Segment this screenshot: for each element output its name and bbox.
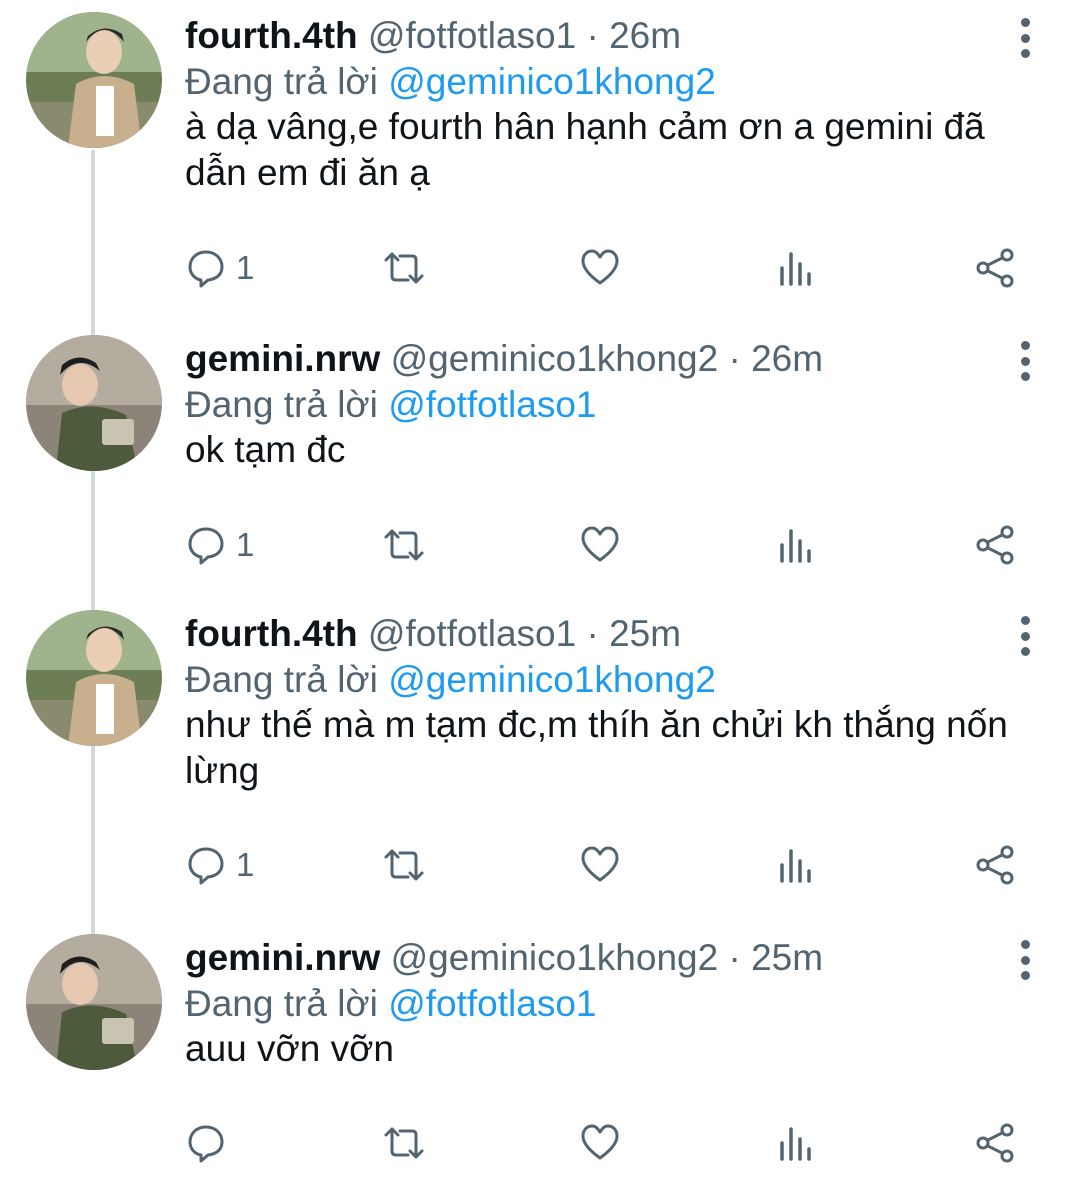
- like-icon: [581, 249, 619, 285]
- views-icon: [780, 1127, 811, 1161]
- action-bar: [0, 1118, 1080, 1168]
- like-button[interactable]: [580, 840, 620, 890]
- action-bar: 1: [0, 840, 1080, 890]
- share-icon: [976, 525, 1014, 565]
- share-button[interactable]: [974, 1118, 1016, 1168]
- mention-link[interactable]: @geminico1khong2: [388, 659, 716, 700]
- display-name[interactable]: gemini.nrw: [185, 338, 380, 379]
- like-icon: [581, 1124, 619, 1160]
- mention-link[interactable]: @geminico1khong2: [388, 61, 716, 102]
- retweet-button[interactable]: [382, 243, 426, 293]
- views-icon: [780, 529, 811, 563]
- views-icon: [780, 849, 811, 883]
- display-name[interactable]: fourth.4th: [185, 15, 358, 56]
- retweet-button[interactable]: [382, 1118, 426, 1168]
- share-button[interactable]: [974, 840, 1016, 890]
- like-button[interactable]: [580, 1118, 620, 1168]
- retweet-icon: [384, 529, 424, 561]
- replying-prefix: Đang trả lời: [185, 983, 378, 1024]
- more-vertical-icon[interactable]: [1012, 339, 1038, 383]
- like-icon: [581, 846, 619, 882]
- share-button[interactable]: [974, 520, 1016, 570]
- replying-to: Đang trả lời @fotfotlaso1: [185, 982, 596, 1026]
- replying-to: Đang trả lời @geminico1khong2: [185, 60, 716, 104]
- mention-link[interactable]: @fotfotlaso1: [388, 384, 596, 425]
- retweet-icon: [384, 1127, 424, 1159]
- tweet-text: như thế mà m tạm đc,m thíh ăn chửi kh th…: [185, 704, 1008, 791]
- replying-to: Đang trả lời @geminico1khong2: [185, 658, 716, 702]
- tweet-header: fourth.4th @fotfotlaso1 · 26m: [185, 14, 681, 58]
- handle-and-time: @geminico1khong2 · 25m: [390, 937, 824, 978]
- handle-and-time: @geminico1khong2 · 26m: [390, 338, 824, 379]
- retweet-button[interactable]: [382, 520, 426, 570]
- share-icon: [976, 248, 1014, 288]
- like-icon: [581, 526, 619, 562]
- avatar-gemini[interactable]: [26, 934, 162, 1070]
- replying-prefix: Đang trả lời: [185, 61, 378, 102]
- more-vertical-icon[interactable]: [1012, 938, 1038, 982]
- reply-count: 1: [236, 526, 255, 563]
- avatar-fourth[interactable]: [26, 12, 162, 148]
- tweet-text: ok tạm đc: [185, 429, 346, 470]
- action-bar: 1: [0, 520, 1080, 570]
- mention-link[interactable]: @fotfotlaso1: [388, 983, 596, 1024]
- action-bar: 1: [0, 243, 1080, 293]
- reply-count: 1: [236, 846, 255, 883]
- reply-button[interactable]: 1: [186, 243, 254, 293]
- reply-icon: [188, 847, 224, 885]
- more-vertical-icon[interactable]: [1012, 16, 1038, 60]
- retweet-icon: [384, 252, 424, 284]
- views-button[interactable]: [778, 520, 814, 570]
- replying-prefix: Đang trả lời: [185, 384, 378, 425]
- reply-button[interactable]: 1: [186, 840, 254, 890]
- reply-icon: [188, 527, 224, 565]
- tweet-header: gemini.nrw @geminico1khong2 · 26m: [185, 337, 823, 381]
- retweet-button[interactable]: [382, 840, 426, 890]
- tweet-header: gemini.nrw @geminico1khong2 · 25m: [185, 936, 823, 980]
- tweet-text: auu vỡn vỡn: [185, 1028, 394, 1069]
- share-button[interactable]: [974, 243, 1016, 293]
- views-button[interactable]: [778, 243, 814, 293]
- avatar-gemini[interactable]: [26, 335, 162, 471]
- share-icon: [976, 845, 1014, 885]
- views-button[interactable]: [778, 840, 814, 890]
- handle-and-time: @fotfotlaso1 · 26m: [367, 15, 682, 56]
- display-name[interactable]: gemini.nrw: [185, 937, 380, 978]
- views-button[interactable]: [778, 1118, 814, 1168]
- tweet-header: fourth.4th @fotfotlaso1 · 25m: [185, 612, 681, 656]
- reply-button[interactable]: [186, 1118, 236, 1168]
- like-button[interactable]: [580, 243, 620, 293]
- tweet-text: à dạ vâng,e fourth hân hạnh cảm ơn a gem…: [185, 106, 985, 193]
- reply-button[interactable]: 1: [186, 520, 254, 570]
- display-name[interactable]: fourth.4th: [185, 613, 358, 654]
- share-icon: [976, 1123, 1014, 1163]
- reply-icon: [188, 1125, 224, 1163]
- handle-and-time: @fotfotlaso1 · 25m: [367, 613, 682, 654]
- replying-to: Đang trả lời @fotfotlaso1: [185, 383, 596, 427]
- more-vertical-icon[interactable]: [1012, 614, 1038, 658]
- reply-icon: [188, 250, 224, 288]
- retweet-icon: [384, 849, 424, 881]
- reply-count: 1: [236, 249, 255, 286]
- replying-prefix: Đang trả lời: [185, 659, 378, 700]
- views-icon: [780, 252, 811, 286]
- avatar-fourth[interactable]: [26, 610, 162, 746]
- like-button[interactable]: [580, 520, 620, 570]
